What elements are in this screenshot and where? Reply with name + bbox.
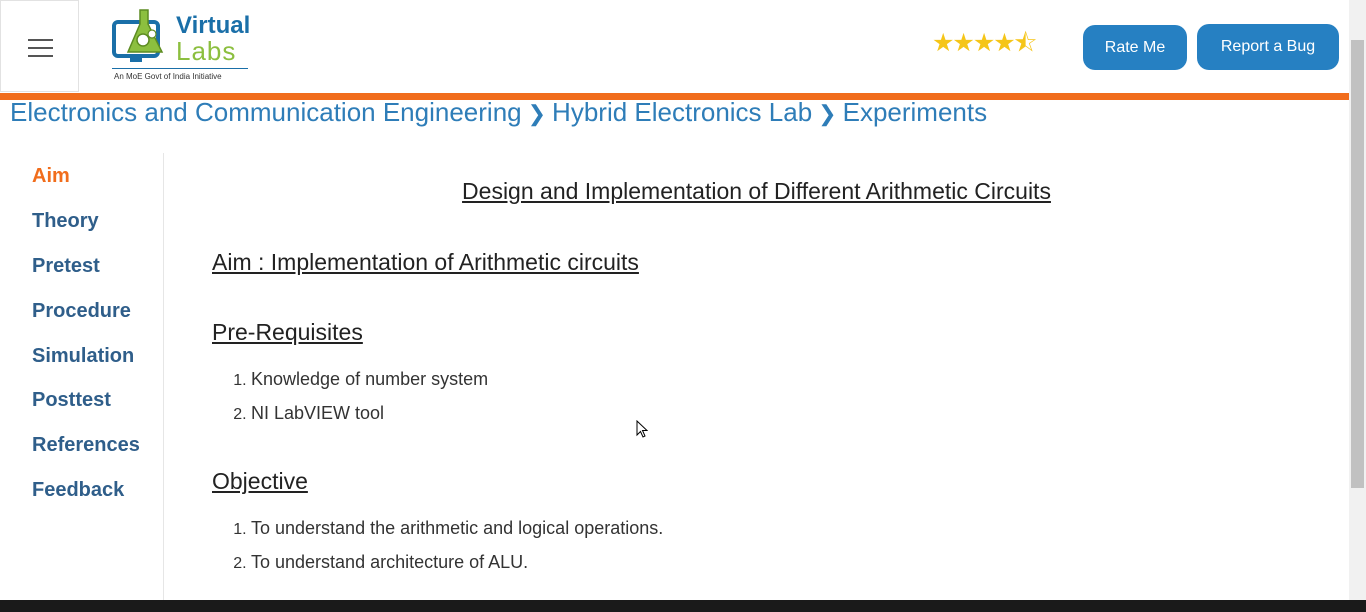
scrollbar-thumb[interactable] (1351, 40, 1364, 488)
breadcrumb-item[interactable]: Electronics and Communication Engineerin… (10, 97, 522, 127)
hamburger-line (28, 47, 53, 49)
hamburger-line (28, 39, 53, 41)
objective-heading: Objective (212, 468, 308, 494)
rate-me-button[interactable]: Rate Me (1083, 25, 1187, 70)
sidebar-item-theory[interactable]: Theory (32, 210, 99, 233)
prerequisites-list: Knowledge of number system NI LabVIEW to… (232, 362, 488, 430)
footer-bar (0, 600, 1366, 612)
list-item: Knowledge of number system (251, 362, 488, 396)
breadcrumb-item[interactable]: Experiments (843, 97, 988, 127)
logo-word-labs: Labs (176, 36, 237, 66)
experiment-title: Design and Implementation of Different A… (462, 178, 1051, 204)
sidebar-item-simulation[interactable]: Simulation (32, 345, 134, 368)
sidebar-item-posttest[interactable]: Posttest (32, 389, 111, 412)
logo-divider (112, 68, 248, 69)
sidebar-nav: Aim Theory Pretest Procedure Simulation … (0, 153, 164, 600)
rating-stars[interactable]: ★★★★⯪ (932, 31, 1037, 56)
list-item: To understand architecture of ALU. (251, 545, 663, 579)
chevron-right-icon: ❯ (527, 101, 547, 126)
breadcrumb-item[interactable]: Hybrid Electronics Lab (552, 97, 812, 127)
sidebar-item-procedure[interactable]: Procedure (32, 300, 131, 323)
breadcrumb: Electronics and Communication Engineerin… (10, 97, 987, 128)
list-item: To understand the arithmetic and logical… (251, 511, 663, 545)
sidebar-item-references[interactable]: References (32, 434, 140, 457)
aim-heading: Aim : Implementation of Arithmetic circu… (212, 249, 639, 275)
virtual-labs-logo[interactable]: Virtual Labs An MoE Govt of India Initia… (110, 6, 260, 86)
header: Virtual Labs An MoE Govt of India Initia… (0, 0, 1349, 93)
list-item: NI LabVIEW tool (251, 396, 488, 430)
flask-monitor-icon (112, 9, 164, 62)
main-content: Design and Implementation of Different A… (164, 153, 1349, 600)
hamburger-line (28, 55, 53, 57)
mouse-cursor-icon (636, 420, 648, 438)
sidebar-item-feedback[interactable]: Feedback (32, 479, 124, 502)
hamburger-menu-button[interactable] (0, 0, 79, 92)
sidebar-item-pretest[interactable]: Pretest (32, 255, 100, 278)
chevron-right-icon: ❯ (818, 101, 837, 126)
prerequisites-heading: Pre-Requisites (212, 319, 363, 345)
logo-tagline: An MoE Govt of India Initiative (114, 72, 222, 81)
objective-list: To understand the arithmetic and logical… (232, 511, 663, 579)
report-bug-button[interactable]: Report a Bug (1197, 24, 1339, 70)
sidebar-item-aim[interactable]: Aim (32, 165, 70, 188)
